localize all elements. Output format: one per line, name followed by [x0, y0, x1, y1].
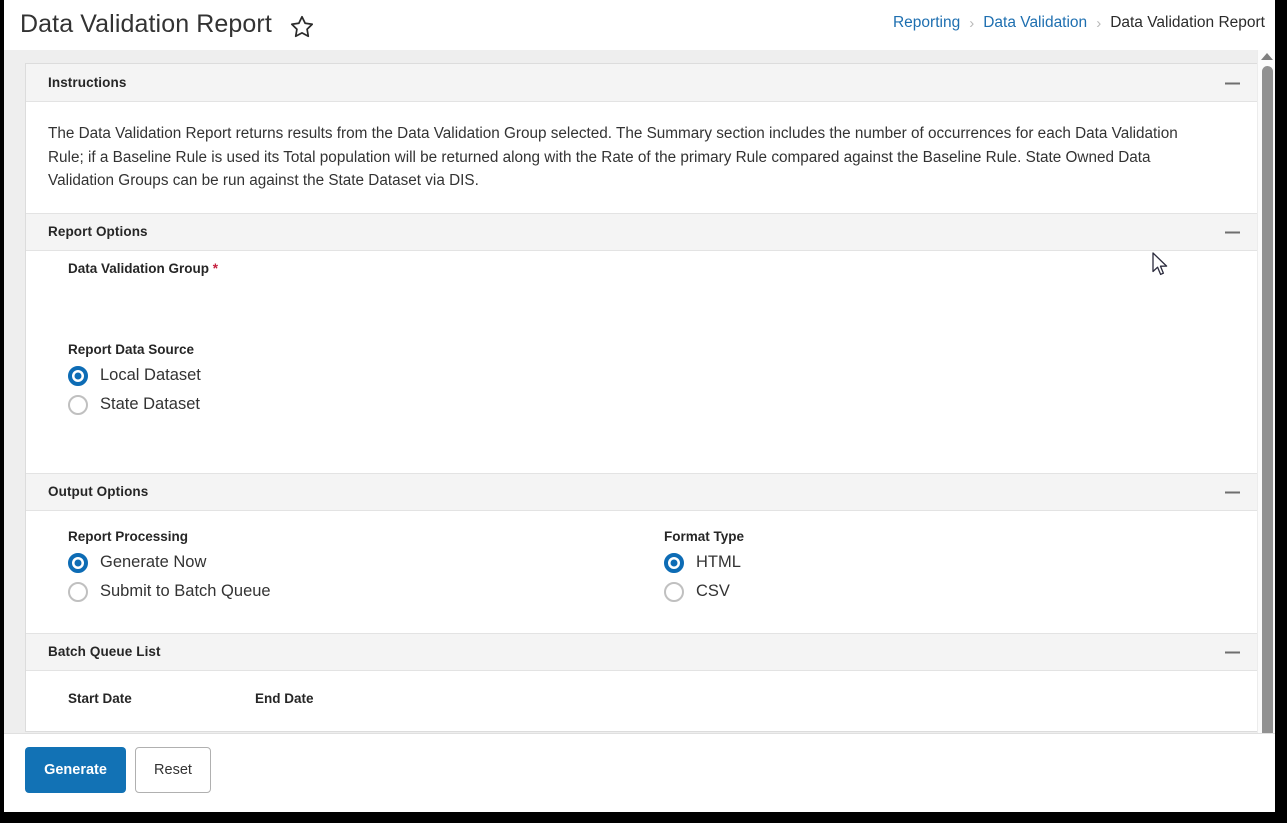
column-header-start-date[interactable]: Start Date — [68, 691, 132, 706]
generate-button[interactable]: Generate — [25, 747, 126, 793]
action-footer: Generate Reset — [4, 733, 1275, 812]
radio-local-dataset-label: Local Dataset — [100, 366, 201, 384]
report-card: Instructions The Data Validation Report … — [25, 63, 1261, 732]
radio-local-dataset[interactable]: Local Dataset — [68, 365, 201, 386]
instructions-text: The Data Validation Report returns resul… — [48, 125, 1178, 189]
browser-frame: Data Validation Report Reporting › Data … — [0, 0, 1287, 823]
breadcrumb-item-current: Data Validation Report — [1110, 14, 1265, 31]
radio-html[interactable]: HTML — [664, 552, 741, 573]
breadcrumb-item-data-validation[interactable]: Data Validation — [981, 14, 1089, 32]
section-header-instructions[interactable]: Instructions — [26, 64, 1261, 102]
section-title-instructions: Instructions — [48, 75, 127, 90]
radio-state-dataset-mark[interactable] — [68, 394, 88, 415]
section-body-instructions: The Data Validation Report returns resul… — [26, 102, 1261, 213]
section-header-batch-queue-list[interactable]: Batch Queue List — [26, 632, 1261, 671]
report-processing-label: Report Processing — [68, 528, 189, 544]
radio-generate-now-label: Generate Now — [100, 553, 207, 571]
format-type-label: Format Type — [664, 528, 745, 544]
radio-csv[interactable]: CSV — [664, 581, 730, 602]
minus-icon[interactable] — [1225, 644, 1240, 659]
page-header: Data Validation Report Reporting › Data … — [4, 0, 1275, 50]
column-header-end-date[interactable]: End Date — [255, 691, 314, 706]
radio-state-dataset-label: State Dataset — [100, 395, 200, 413]
radio-submit-to-batch-queue-label: Submit to Batch Queue — [100, 582, 271, 600]
minus-icon[interactable] — [1225, 75, 1240, 90]
required-marker: * — [212, 260, 219, 276]
page-viewport: Data Validation Report Reporting › Data … — [4, 0, 1275, 812]
section-body-output-options: Report Processing Generate Now Submit to… — [26, 510, 1261, 633]
vertical-scrollbar[interactable] — [1257, 50, 1275, 738]
radio-generate-now-mark[interactable] — [68, 552, 88, 573]
minus-icon[interactable] — [1225, 484, 1240, 499]
chevron-up-icon[interactable] — [1261, 53, 1273, 60]
section-header-report-options[interactable]: Report Options — [26, 212, 1261, 251]
favorite-star-icon[interactable] — [289, 14, 315, 40]
breadcrumb-separator-icon: › — [969, 14, 975, 32]
radio-html-label: HTML — [696, 553, 741, 571]
radio-html-mark[interactable] — [664, 552, 684, 573]
breadcrumb-separator-icon: › — [1096, 14, 1102, 32]
radio-submit-to-batch-queue-mark[interactable] — [68, 581, 88, 602]
section-title-report-options: Report Options — [48, 224, 148, 239]
section-title-batch-queue-list: Batch Queue List — [48, 644, 161, 659]
breadcrumb-item-reporting[interactable]: Reporting — [891, 14, 962, 32]
radio-csv-label: CSV — [696, 582, 730, 600]
section-header-output-options[interactable]: Output Options — [26, 472, 1261, 511]
radio-local-dataset-mark[interactable] — [68, 365, 88, 386]
radio-csv-mark[interactable] — [664, 581, 684, 602]
minus-icon[interactable] — [1225, 224, 1240, 239]
section-body-report-options: Data Validation Group * Report Data Sour… — [26, 250, 1261, 520]
radio-generate-now[interactable]: Generate Now — [68, 552, 207, 573]
section-title-output-options: Output Options — [48, 484, 149, 499]
radio-submit-to-batch-queue[interactable]: Submit to Batch Queue — [68, 581, 271, 602]
breadcrumb: Reporting › Data Validation › Data Valid… — [891, 14, 1267, 32]
label-text: Data Validation Group — [68, 260, 210, 276]
reset-button[interactable]: Reset — [135, 747, 211, 793]
section-body-batch-queue-list: Start Date End Date — [26, 670, 1261, 731]
data-validation-group-label: Data Validation Group * — [68, 261, 218, 276]
report-data-source-label: Report Data Source — [68, 341, 195, 357]
page-title: Data Validation Report — [20, 10, 272, 38]
scrollbar-thumb[interactable] — [1262, 66, 1273, 738]
radio-state-dataset[interactable]: State Dataset — [68, 394, 200, 415]
